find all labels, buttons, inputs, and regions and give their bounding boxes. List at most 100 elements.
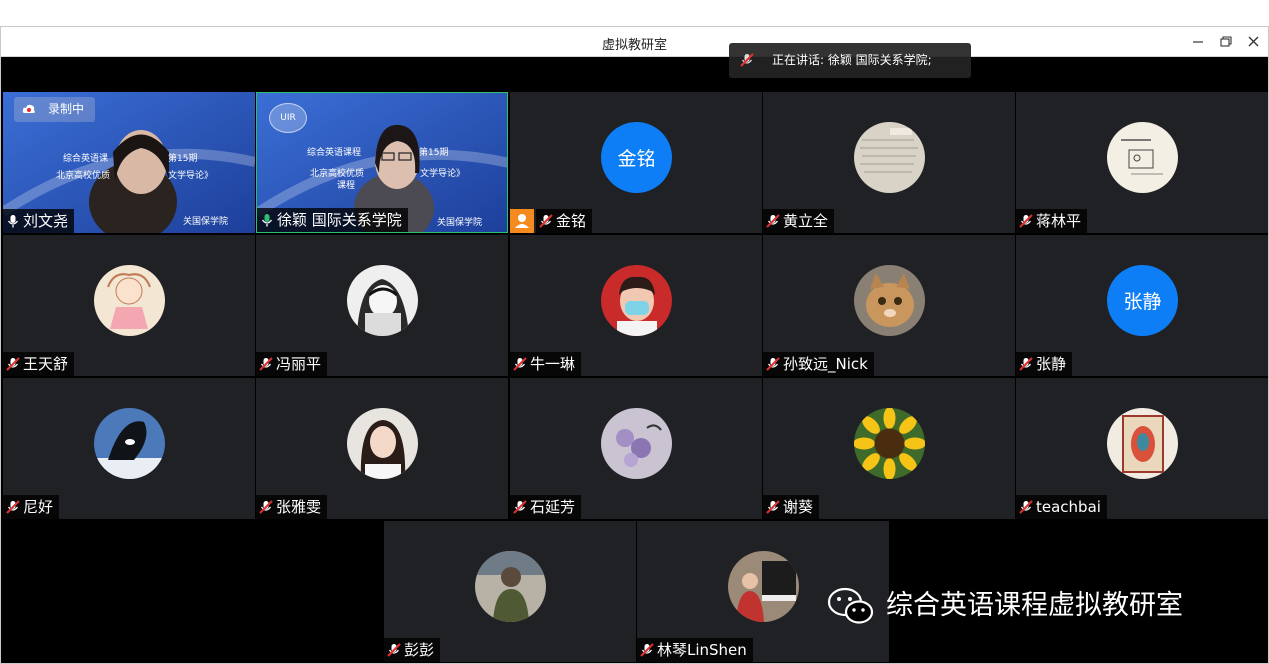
bw-girl-illustration-icon bbox=[347, 265, 418, 336]
slide-text: 关国保学院 bbox=[183, 217, 229, 227]
host-user-icon bbox=[515, 214, 529, 228]
mic-muted-icon bbox=[513, 357, 527, 371]
participant-nameplate: 蒋林平 bbox=[1016, 209, 1088, 233]
cloud-record-icon bbox=[22, 104, 35, 113]
paper-photo-icon bbox=[854, 122, 925, 193]
participant-name: teachbai bbox=[1036, 498, 1101, 516]
slide-logo: UIR bbox=[269, 103, 307, 133]
participant-tile[interactable]: 牛一琳 bbox=[510, 235, 762, 376]
meeting-window: 虚拟教研室 综合英语课 第15期 北京高校优质 文学导论》 关国保学院 刘文尧 … bbox=[0, 26, 1269, 664]
slide-text: 关国保学院 bbox=[437, 218, 483, 228]
participant-name: 张雅雯 bbox=[276, 498, 322, 516]
restore-button[interactable] bbox=[1215, 32, 1237, 52]
slide-text: 文学导论》 bbox=[420, 169, 466, 179]
slide-text: 综合英语课程 bbox=[307, 148, 362, 158]
minimize-icon bbox=[1193, 41, 1203, 43]
speaking-label: 正在讲话: 徐颖 国际关系学院; bbox=[772, 53, 932, 67]
folk-art-icon bbox=[1107, 408, 1178, 479]
participant-nameplate: 黄立全 bbox=[763, 209, 835, 233]
mic-muted-icon bbox=[259, 357, 273, 371]
mic-muted-icon bbox=[539, 214, 553, 228]
participant-name: 王天舒 bbox=[23, 355, 69, 373]
participant-tile[interactable]: 石延芳 bbox=[510, 378, 762, 519]
mic-muted-icon bbox=[1019, 357, 1033, 371]
participant-nameplate: teachbai bbox=[1016, 495, 1107, 519]
title-bar: 虚拟教研室 bbox=[1, 27, 1268, 57]
person-back-photo-icon bbox=[475, 551, 546, 622]
child-mask-photo-icon bbox=[601, 265, 672, 336]
close-button[interactable] bbox=[1243, 32, 1265, 52]
participant-nameplate: 孙致远_Nick bbox=[763, 352, 874, 376]
mic-muted-icon bbox=[1019, 500, 1033, 514]
participant-name: 彭彭 bbox=[404, 641, 435, 659]
participant-nameplate: 牛一琳 bbox=[510, 352, 582, 376]
minimize-button[interactable] bbox=[1187, 32, 1209, 52]
participant-tile[interactable]: teachbai bbox=[1016, 378, 1268, 519]
window-title: 虚拟教研室 bbox=[601, 38, 667, 53]
participant-nameplate: 金铭 bbox=[536, 209, 593, 233]
participant-nameplate: 尼好 bbox=[3, 495, 60, 519]
mic-muted-icon bbox=[513, 500, 527, 514]
initials-avatar: 张静 bbox=[1107, 265, 1178, 336]
participant-nameplate: 林琴LinShen bbox=[637, 638, 753, 662]
participant-name: 孙致远_Nick bbox=[783, 355, 868, 373]
mic-muted-icon bbox=[740, 53, 754, 67]
recording-indicator[interactable]: 录制中 bbox=[14, 97, 95, 122]
video-grid: 综合英语课 第15期 北京高校优质 文学导论》 关国保学院 刘文尧 UIR 综合… bbox=[1, 57, 1268, 663]
participant-nameplate: 谢葵 bbox=[763, 495, 820, 519]
wechat-watermark: 综合英语课程虚拟教研室 bbox=[826, 584, 1183, 628]
mic-muted-icon bbox=[766, 500, 780, 514]
participant-tile[interactable]: 彭彭 bbox=[384, 521, 636, 662]
sketch-photo-icon bbox=[1107, 122, 1178, 193]
participant-name: 蒋林平 bbox=[1036, 212, 1082, 230]
mic-muted-icon bbox=[1019, 214, 1033, 228]
mic-muted-icon bbox=[259, 500, 273, 514]
participant-name: 金铭 bbox=[556, 212, 587, 230]
participant-tile[interactable]: 王天舒 bbox=[3, 235, 255, 376]
mic-muted-icon bbox=[640, 643, 654, 657]
host-badge bbox=[510, 209, 534, 233]
participant-tile[interactable]: UIR 综合英语课程 第15期 北京高校优质 文学导论》 课程 关国保学院 徐颖… bbox=[256, 92, 508, 233]
participant-nameplate: 彭彭 bbox=[384, 638, 441, 662]
slide-text: 第15期 bbox=[168, 154, 198, 164]
participant-nameplate: 刘文尧 bbox=[3, 209, 75, 233]
participant-tile[interactable]: 冯丽平 bbox=[256, 235, 508, 376]
piano-child-photo-icon bbox=[728, 551, 799, 622]
speaking-indicator: 正在讲话: 徐颖 国际关系学院; bbox=[729, 43, 971, 78]
flower-bird-icon bbox=[601, 408, 672, 479]
participant-name: 张静 bbox=[1036, 355, 1067, 373]
initials-avatar: 金铭 bbox=[601, 122, 672, 193]
participant-name: 徐颖 国际关系学院 bbox=[277, 211, 402, 229]
participant-tile[interactable]: 黄立全 bbox=[763, 92, 1015, 233]
participant-tile[interactable]: 张静 张静 bbox=[1016, 235, 1268, 376]
sunflower-icon bbox=[854, 408, 925, 479]
woman-portrait-icon bbox=[347, 408, 418, 479]
recording-label: 录制中 bbox=[48, 102, 85, 116]
participant-tile[interactable]: 孙致远_Nick bbox=[763, 235, 1015, 376]
close-icon bbox=[1248, 36, 1259, 47]
participant-nameplate: 王天舒 bbox=[3, 352, 75, 376]
participant-name: 冯丽平 bbox=[276, 355, 322, 373]
restore-icon bbox=[1220, 36, 1232, 47]
participant-nameplate: 石延芳 bbox=[510, 495, 582, 519]
participant-tile[interactable]: 金铭 金铭 bbox=[510, 92, 762, 233]
participant-name: 林琴LinShen bbox=[657, 641, 747, 659]
participant-tile[interactable]: 谢葵 bbox=[763, 378, 1015, 519]
participant-name: 牛一琳 bbox=[530, 355, 576, 373]
participant-nameplate: 冯丽平 bbox=[256, 352, 328, 376]
slide-text: 综合英语课 bbox=[63, 154, 109, 164]
mic-muted-icon bbox=[6, 500, 20, 514]
participant-name: 黄立全 bbox=[783, 212, 829, 230]
participant-name: 石延芳 bbox=[530, 498, 576, 516]
mic-active-icon bbox=[261, 214, 273, 227]
slide-text: 第15期 bbox=[419, 148, 449, 158]
participant-tile[interactable]: 尼好 bbox=[3, 378, 255, 519]
participant-tile[interactable]: 蒋林平 bbox=[1016, 92, 1268, 233]
slide-text: 北京高校优质 bbox=[56, 171, 111, 181]
wechat-icon bbox=[827, 587, 874, 624]
participant-tile[interactable]: 张雅雯 bbox=[256, 378, 508, 519]
mic-muted-icon bbox=[766, 357, 780, 371]
mic-muted-icon bbox=[387, 643, 401, 657]
slide-text: 课程 bbox=[337, 181, 356, 191]
mic-on-icon bbox=[7, 215, 19, 228]
